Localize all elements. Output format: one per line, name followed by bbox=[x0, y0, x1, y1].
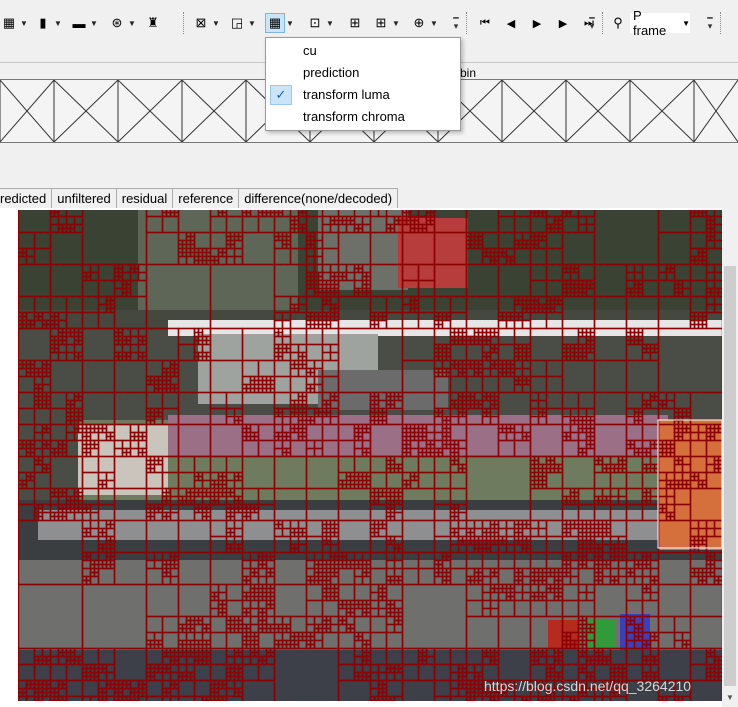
menu-item-prediction[interactable]: prediction bbox=[266, 62, 460, 84]
chevron-down-icon: ▼ bbox=[430, 18, 438, 28]
watermark-text: https://blog.csdn.net/qq_3264210 bbox=[484, 678, 692, 694]
chevron-down-icon: ▼ bbox=[286, 18, 294, 28]
nav-prev-icon: ◀ bbox=[506, 17, 516, 30]
chevron-down-icon: ▼ bbox=[682, 18, 690, 28]
search-button[interactable]: ⚲ bbox=[609, 13, 627, 33]
wheel-icon: ⊛ bbox=[111, 15, 123, 30]
nav-first-icon: ⏮ bbox=[480, 16, 490, 29]
nav-first-button[interactable]: ⏮ bbox=[476, 13, 494, 33]
frame-thumbnail[interactable] bbox=[693, 79, 738, 143]
frame-thumbnail[interactable] bbox=[53, 79, 119, 143]
table-button[interactable]: ▦ ▼ bbox=[0, 13, 28, 33]
toolbar-separator bbox=[466, 12, 468, 34]
bar-chart-icon: ▮ bbox=[39, 15, 47, 30]
chevron-down-icon: ▼ bbox=[128, 18, 136, 28]
nav-last-button[interactable]: ⏭ bbox=[580, 13, 598, 33]
decoded-frame-canvas[interactable] bbox=[18, 210, 722, 701]
menu-item-label: prediction bbox=[303, 65, 360, 80]
search-icon: ⚲ bbox=[613, 15, 623, 30]
frame-button[interactable]: ▬ ▼ bbox=[70, 13, 98, 33]
menu-item-label: transform luma bbox=[303, 87, 390, 102]
quad-grid-2-button[interactable]: ⊞ ▼ bbox=[372, 13, 400, 33]
chevron-down-icon: ▼ bbox=[326, 18, 334, 28]
nav-last-icon: ⏭ bbox=[584, 16, 594, 29]
bar-chart-button[interactable]: ▮ ▼ bbox=[34, 13, 62, 33]
nav-next-icon: ▶ bbox=[558, 17, 568, 30]
chevron-down-icon: ▼ bbox=[392, 18, 400, 28]
frame-thumbnail[interactable] bbox=[0, 79, 55, 143]
tab-reference[interactable]: reference bbox=[172, 188, 240, 209]
scrollbar-thumb[interactable] bbox=[724, 266, 736, 686]
menu-item-transform-luma[interactable]: ✓ transform luma bbox=[266, 84, 460, 106]
tab-unfiltered[interactable]: unfiltered bbox=[51, 188, 117, 209]
bug-icon: ♜ bbox=[147, 15, 159, 30]
frame-thumbnail[interactable] bbox=[181, 79, 247, 143]
zoom-button[interactable]: ⊕ ▼ bbox=[410, 13, 438, 33]
nav-play-icon: ▶ bbox=[532, 17, 542, 30]
toolbar-overflow-grip[interactable]: ━ ▾ bbox=[706, 14, 714, 38]
window-button[interactable]: ◲ ▼ bbox=[228, 13, 256, 33]
zoom-icon: ⊕ bbox=[413, 15, 425, 30]
menu-item-cu[interactable]: cu bbox=[266, 40, 460, 62]
checkmark-icon: ✓ bbox=[270, 85, 292, 105]
window-icon: ◲ bbox=[230, 15, 244, 30]
grid-overlay-button[interactable]: ▦ ▼ bbox=[265, 13, 294, 33]
tab-redicted[interactable]: redicted bbox=[0, 188, 53, 209]
chevron-down-icon: ▼ bbox=[248, 18, 256, 28]
vertical-scrollbar[interactable]: ▼ bbox=[722, 208, 738, 707]
quad-grid-2-icon: ⊞ bbox=[375, 15, 387, 30]
nav-play-button[interactable]: ▶ bbox=[528, 13, 546, 33]
tab-difference-none-decoded[interactable]: difference(none/decoded) bbox=[238, 188, 399, 209]
scroll-down-arrow[interactable]: ▼ bbox=[722, 691, 738, 705]
quad-grid-button[interactable]: ⊞ bbox=[346, 13, 364, 33]
menu-item-label: cu bbox=[303, 43, 317, 58]
wheel-button[interactable]: ⊛ ▼ bbox=[108, 13, 136, 33]
view-tabs: redicted unfiltered residual reference diffe… bbox=[0, 188, 399, 209]
toolbar-separator bbox=[602, 12, 604, 34]
overlay-dropdown-menu: cu prediction ✓ transform luma transform chr… bbox=[265, 37, 461, 131]
table-icon: ▦ bbox=[2, 15, 16, 30]
frame-icon: ▬ bbox=[72, 15, 86, 31]
zoom-region-button[interactable]: ⊡ ▼ bbox=[306, 13, 334, 33]
nav-next-button[interactable]: ▶ bbox=[554, 13, 572, 33]
frame-picture bbox=[18, 210, 722, 701]
quad-grid-icon: ⊞ bbox=[349, 15, 361, 30]
frame-thumbnail[interactable] bbox=[565, 79, 631, 143]
nav-prev-button[interactable]: ◀ bbox=[502, 13, 520, 33]
tab-residual[interactable]: residual bbox=[115, 188, 174, 209]
frame-type-value: P frame bbox=[633, 8, 667, 38]
toolbar-overflow-grip[interactable]: ━ ▾ bbox=[452, 14, 460, 38]
frame-thumbnail[interactable] bbox=[629, 79, 695, 143]
bug-button[interactable]: ♜ bbox=[144, 13, 162, 33]
chevron-down-icon: ▼ bbox=[212, 18, 220, 28]
bin-label: bin bbox=[460, 66, 477, 80]
frame-thumbnail[interactable] bbox=[117, 79, 183, 143]
chevron-down-icon: ▼ bbox=[20, 18, 28, 28]
toolbar-separator bbox=[183, 12, 185, 34]
chevron-down-icon: ▼ bbox=[54, 18, 62, 28]
split-view-icon: ⊠ bbox=[195, 15, 207, 30]
zoom-region-icon: ⊡ bbox=[309, 15, 321, 30]
menu-item-transform-chroma[interactable]: transform chroma bbox=[266, 106, 460, 128]
chevron-down-icon: ▼ bbox=[90, 18, 98, 28]
toolbar-separator bbox=[720, 12, 722, 34]
frame-type-select[interactable]: P frame ▼ bbox=[630, 8, 690, 38]
split-view-button[interactable]: ⊠ ▼ bbox=[192, 13, 220, 33]
menu-item-label: transform chroma bbox=[303, 109, 405, 124]
grid-overlay-icon: ▦ bbox=[265, 13, 285, 33]
image-viewer: ▼ bbox=[0, 208, 738, 707]
frame-thumbnail[interactable] bbox=[501, 79, 567, 143]
